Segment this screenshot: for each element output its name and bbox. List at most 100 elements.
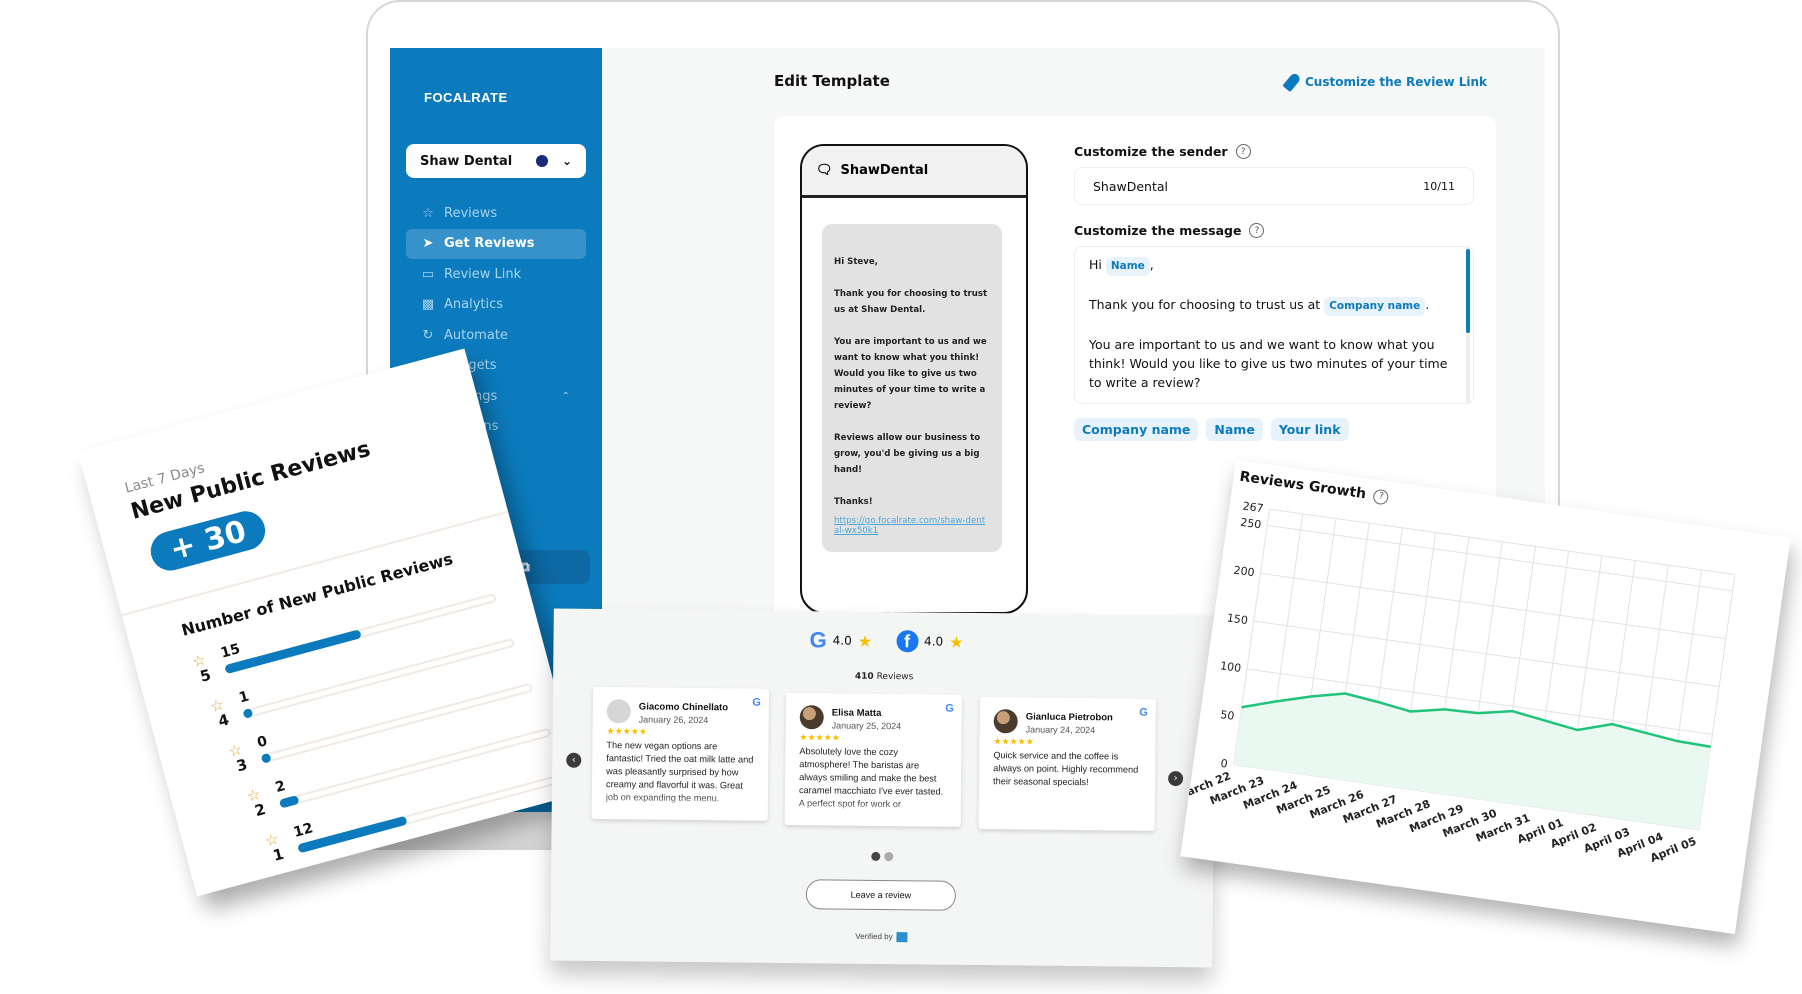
- text-fade: [784, 798, 961, 821]
- review-text: Quick service and the coffee is always o…: [993, 750, 1139, 788]
- review-stars: ★★★★★: [606, 726, 647, 737]
- avatar: [799, 705, 824, 730]
- reviews-widget: G 4.0 ★ f 4.0 ★ 410 Reviews ‹ Giacomo Ch…: [550, 608, 1216, 968]
- y-tick-label: 200: [1233, 564, 1256, 580]
- chevron-down-icon: ⌄: [561, 154, 572, 168]
- star-icon: ☆: [422, 205, 434, 221]
- help-icon[interactable]: ?: [1235, 144, 1251, 159]
- org-name: Shaw Dental: [420, 153, 513, 169]
- verified-by: Verified by: [550, 929, 1212, 946]
- review-stars: ★★★★★: [799, 732, 840, 743]
- avatar: [993, 709, 1018, 734]
- review-count: 1: [237, 688, 251, 707]
- y-tick-label: 267: [1242, 499, 1265, 515]
- monitor-icon: ▭: [421, 266, 435, 282]
- review-count: 15: [219, 641, 243, 662]
- variable-chips: Company name Name Your link: [1074, 418, 1474, 441]
- preview-message: Hi Steve, Thank you for choosing to trus…: [834, 257, 988, 507]
- carousel-next-button[interactable]: ›: [1168, 770, 1184, 787]
- logo: FOCALRATE: [424, 90, 508, 105]
- y-tick-label: 50: [1220, 708, 1236, 723]
- chevron-up-icon: ⌃: [561, 390, 570, 402]
- page-title: Edit Template: [774, 72, 890, 90]
- google-icon: G: [752, 696, 761, 709]
- review-stars: ★★★★★: [993, 736, 1034, 747]
- y-tick-label: 100: [1219, 659, 1242, 675]
- help-icon[interactable]: ?: [1372, 488, 1390, 506]
- google-logo-icon: G: [809, 627, 827, 653]
- customize-review-link[interactable]: Customize the Review Link: [1282, 71, 1487, 93]
- tooth-icon: [535, 155, 548, 167]
- y-tick-label: 250: [1239, 516, 1262, 532]
- text-fade: [591, 792, 768, 815]
- help-icon[interactable]: ?: [1249, 223, 1265, 238]
- star-rating: 5: [198, 665, 213, 686]
- star-icon: ★: [949, 632, 964, 652]
- automate-icon: ↻: [422, 327, 434, 343]
- star-rating: 4: [216, 710, 232, 731]
- avatar: [606, 699, 631, 724]
- sidebar-item-analytics[interactable]: ▩ Analytics: [406, 290, 586, 321]
- char-counter: 10/11: [1423, 179, 1455, 193]
- sidebar-item-review-link[interactable]: ▭ Review Link: [406, 259, 586, 290]
- phone-header: 🗨 ShawDental: [802, 146, 1026, 198]
- insert-name-button[interactable]: Name: [1206, 418, 1263, 441]
- review-card[interactable]: Elisa Matta January 25, 2024 G ★★★★★ Abs…: [784, 692, 962, 827]
- bar-chart-icon: ▩: [421, 297, 435, 313]
- sms-bubble: Hi Steve, Thank you for choosing to trus…: [822, 224, 1002, 552]
- pen-icon: [1282, 71, 1302, 93]
- star-rating: 1: [270, 844, 286, 865]
- total-reviews: 410 Reviews: [854, 671, 914, 683]
- insert-link-button[interactable]: Your link: [1270, 418, 1349, 441]
- preview-link[interactable]: https://go.focalrate.com/shaw-dental-wx5…: [834, 516, 990, 536]
- review-card[interactable]: Giacomo Chinellato January 26, 2024 G ★★…: [591, 686, 770, 821]
- review-count: 0: [255, 733, 270, 752]
- sidebar-item-reviews[interactable]: ☆ Reviews: [406, 198, 586, 229]
- focalrate-badge-icon: [896, 932, 908, 943]
- progress-fill: [278, 795, 300, 809]
- review-count: 2: [273, 778, 288, 796]
- sender-input[interactable]: ShawDental 10/11: [1074, 167, 1474, 205]
- message-scrollbar[interactable]: [1466, 247, 1470, 403]
- review-date: January 26, 2024: [638, 714, 709, 726]
- facebook-rating: 4.0: [924, 634, 944, 649]
- page-dot[interactable]: [871, 851, 881, 861]
- google-icon: G: [945, 702, 954, 715]
- chevron-left-icon: ‹: [571, 754, 576, 766]
- review-date: January 25, 2024: [831, 720, 902, 732]
- reviews-growth-card: Reviews Growth ? 0 50 100 150 200 250 267 March…: [1180, 460, 1791, 935]
- send-icon: ➤: [422, 236, 434, 252]
- carousel-pagination: [871, 851, 894, 862]
- facebook-logo-icon: f: [895, 630, 919, 653]
- sms-preview-phone: 🗨 ShawDental Hi Steve, Thank you for cho…: [800, 144, 1028, 614]
- sidebar-item-get-reviews[interactable]: ➤ Get Reviews: [406, 228, 586, 259]
- review-card[interactable]: Gianluca Pietrobon January 24, 2024 G ★★…: [978, 697, 1156, 831]
- grid-line: [1698, 574, 1736, 831]
- google-icon: G: [1139, 706, 1148, 719]
- y-tick-label: 150: [1226, 611, 1249, 627]
- grid-line: [1269, 508, 1735, 576]
- platform-ratings: G 4.0 ★ f 4.0 ★: [809, 627, 963, 655]
- preview-sender: ShawDental: [840, 163, 929, 178]
- star-icon: ★: [857, 631, 873, 651]
- google-rating: 4.0: [832, 633, 852, 648]
- new-reviews-badge: + 30: [146, 506, 270, 575]
- reviews-growth-chart: 050100150200250267March 22March 23March …: [1180, 499, 1736, 865]
- insert-company-name-button[interactable]: Company name: [1074, 418, 1199, 441]
- organization-select[interactable]: Shaw Dental ⌄: [406, 144, 586, 178]
- page-dot[interactable]: [884, 852, 894, 862]
- company-variable-chip: Company name: [1324, 297, 1426, 316]
- reviewer-name: Elisa Matta: [831, 707, 882, 719]
- review-date: January 24, 2024: [1025, 724, 1096, 736]
- leave-review-button[interactable]: Leave a review: [805, 879, 957, 911]
- scrollbar-thumb[interactable]: [1466, 249, 1470, 333]
- chat-bubble-icon: 🗨: [816, 163, 833, 178]
- sidebar-item-automate[interactable]: ↻ Automate: [406, 320, 586, 351]
- name-variable-chip: Name: [1105, 257, 1150, 276]
- message-textarea[interactable]: Hi Name, Thank you for choosing to trust…: [1074, 246, 1474, 404]
- sender-label: Customize the sender ?: [1074, 144, 1474, 159]
- carousel-prev-button[interactable]: ‹: [566, 752, 582, 768]
- review-count: 12: [291, 820, 315, 841]
- reviewer-name: Gianluca Pietrobon: [1025, 711, 1113, 724]
- star-rating: 3: [234, 755, 250, 776]
